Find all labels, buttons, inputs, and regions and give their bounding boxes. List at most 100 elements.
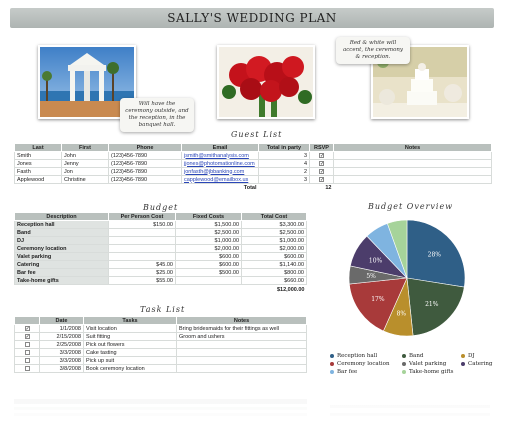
budget-total[interactable]: $1,140.00 xyxy=(241,260,307,269)
budget-fixed[interactable]: $600.00 xyxy=(175,252,242,261)
guest-notes[interactable] xyxy=(333,175,492,184)
budget-fixed[interactable] xyxy=(175,276,242,285)
budget-description[interactable]: Ceremony location xyxy=(14,244,109,253)
rsvp-checkbox[interactable]: ✓ xyxy=(319,176,324,182)
task-notes[interactable]: Bring bridesmaids for their fittings as … xyxy=(176,324,307,333)
task-name[interactable]: Book ceremony location xyxy=(83,364,177,373)
budget-total[interactable]: $1,000.00 xyxy=(241,236,307,245)
budget-description[interactable]: Bar fee xyxy=(14,268,109,277)
task-notes[interactable] xyxy=(176,364,307,373)
task-name[interactable]: Suit fitting xyxy=(83,332,177,341)
budget-description[interactable]: Band xyxy=(14,228,109,237)
task-date[interactable]: 3/3/2008 xyxy=(39,348,84,357)
task-checkbox[interactable]: ✓ xyxy=(24,333,30,339)
budget-total[interactable]: $660.00 xyxy=(241,276,307,285)
budget-per-person[interactable]: $150.00 xyxy=(108,220,176,229)
guest-phone[interactable]: (123)456-7890 xyxy=(108,151,182,160)
guest-email-link[interactable]: jsmith@smithanalysis.com xyxy=(181,151,259,160)
budget-per-person[interactable] xyxy=(108,252,176,261)
budget-fixed[interactable]: $2,000.00 xyxy=(175,244,242,253)
task-done[interactable]: ✓ xyxy=(14,324,40,333)
budget-total[interactable]: $2,000.00 xyxy=(241,244,307,253)
guest-email-link[interactable]: capplewood@emailbox.us xyxy=(181,175,259,184)
task-checkbox[interactable] xyxy=(24,357,30,363)
guest-phone[interactable]: (123)456-7890 xyxy=(108,159,182,168)
guest-last[interactable]: Applewood xyxy=(14,175,62,184)
task-notes[interactable]: Groom and ushers xyxy=(176,332,307,341)
budget-description[interactable]: Valet parking xyxy=(14,252,109,261)
task-checkbox[interactable]: ✓ xyxy=(24,325,30,331)
task-date[interactable]: 3/3/2008 xyxy=(39,356,84,365)
budget-per-person[interactable]: $55.00 xyxy=(108,276,176,285)
task-notes[interactable] xyxy=(176,340,307,349)
guest-rsvp[interactable]: ✓ xyxy=(309,151,334,160)
budget-description[interactable]: Take-home gifts xyxy=(14,276,109,285)
guest-rsvp[interactable]: ✓ xyxy=(309,175,334,184)
budget-per-person[interactable] xyxy=(108,236,176,245)
budget-total[interactable]: $2,500.00 xyxy=(241,228,307,237)
task-date[interactable]: 2/25/2008 xyxy=(39,340,84,349)
rsvp-checkbox[interactable]: ✓ xyxy=(319,168,324,174)
rsvp-checkbox[interactable]: ✓ xyxy=(319,160,324,166)
budget-fixed[interactable]: $1,500.00 xyxy=(175,220,242,229)
guest-last[interactable]: Jones xyxy=(14,159,62,168)
task-done[interactable] xyxy=(14,364,40,373)
task-name[interactable]: Pick out flowers xyxy=(83,340,177,349)
task-name[interactable]: Visit location xyxy=(83,324,177,333)
budget-fixed[interactable]: $2,500.00 xyxy=(175,228,242,237)
task-date[interactable]: 1/1/2008 xyxy=(39,324,84,333)
task-date[interactable]: 2/15/2008 xyxy=(39,332,84,341)
budget-description[interactable]: DJ xyxy=(14,236,109,245)
guest-first[interactable]: Jon xyxy=(61,167,109,176)
budget-fixed[interactable]: $600.00 xyxy=(175,260,242,269)
guest-first[interactable]: John xyxy=(61,151,109,160)
task-name[interactable]: Cake tasting xyxy=(83,348,177,357)
guest-notes[interactable] xyxy=(333,151,492,160)
budget-fixed[interactable]: $1,000.00 xyxy=(175,236,242,245)
task-date[interactable]: 3/8/2008 xyxy=(39,364,84,373)
rsvp-checkbox[interactable]: ✓ xyxy=(319,152,324,158)
guest-notes[interactable] xyxy=(333,159,492,168)
task-done[interactable] xyxy=(14,348,40,357)
budget-description[interactable]: Catering xyxy=(14,260,109,269)
task-done[interactable] xyxy=(14,356,40,365)
col-total-cost: Total Cost xyxy=(241,212,307,221)
guest-first[interactable]: Christine xyxy=(61,175,109,184)
task-notes[interactable] xyxy=(176,356,307,365)
guest-rsvp[interactable]: ✓ xyxy=(309,167,334,176)
guest-total[interactable]: 3 xyxy=(258,175,310,184)
guest-first[interactable]: Jenny xyxy=(61,159,109,168)
budget-per-person[interactable] xyxy=(108,228,176,237)
budget-per-person[interactable]: $25.00 xyxy=(108,268,176,277)
guest-email-link[interactable]: jonfasth@jbbanking.com xyxy=(181,167,259,176)
task-checkbox[interactable] xyxy=(24,341,30,347)
task-checkbox[interactable] xyxy=(24,349,30,355)
task-notes[interactable] xyxy=(176,348,307,357)
guest-phone[interactable]: (123)456-7890 xyxy=(108,175,182,184)
legend-label: Reception hall xyxy=(337,353,378,359)
table-row: 3/8/2008 Book ceremony location xyxy=(14,364,307,373)
task-done[interactable] xyxy=(14,340,40,349)
guest-last[interactable]: Fasth xyxy=(14,167,62,176)
guest-total[interactable]: 3 xyxy=(258,151,310,160)
guest-last[interactable]: Smith xyxy=(14,151,62,160)
guest-total[interactable]: 4 xyxy=(258,159,310,168)
guest-notes[interactable] xyxy=(333,167,492,176)
table-row: Reception hall $150.00 $1,500.00 $3,300.00 xyxy=(14,220,307,229)
budget-total[interactable]: $3,300.00 xyxy=(241,220,307,229)
budget-total[interactable]: $800.00 xyxy=(241,268,307,277)
budget-per-person[interactable]: $45.00 xyxy=(108,260,176,269)
guest-email-link[interactable]: jjones@photomationline.com xyxy=(181,159,259,168)
guest-rsvp[interactable]: ✓ xyxy=(309,159,334,168)
guest-phone[interactable]: (123)456-7890 xyxy=(108,167,182,176)
budget-fixed[interactable]: $500.00 xyxy=(175,268,242,277)
guest-total[interactable]: 2 xyxy=(258,167,310,176)
budget-description[interactable]: Reception hall xyxy=(14,220,109,229)
task-name[interactable]: Pick up suit xyxy=(83,356,177,365)
table-row: Take-home gifts $55.00 $660.00 xyxy=(14,276,307,285)
task-checkbox[interactable] xyxy=(24,365,30,371)
budget-total[interactable]: $600.00 xyxy=(241,252,307,261)
budget-per-person[interactable] xyxy=(108,244,176,253)
col-notes: Notes xyxy=(333,143,492,152)
task-done[interactable]: ✓ xyxy=(14,332,40,341)
